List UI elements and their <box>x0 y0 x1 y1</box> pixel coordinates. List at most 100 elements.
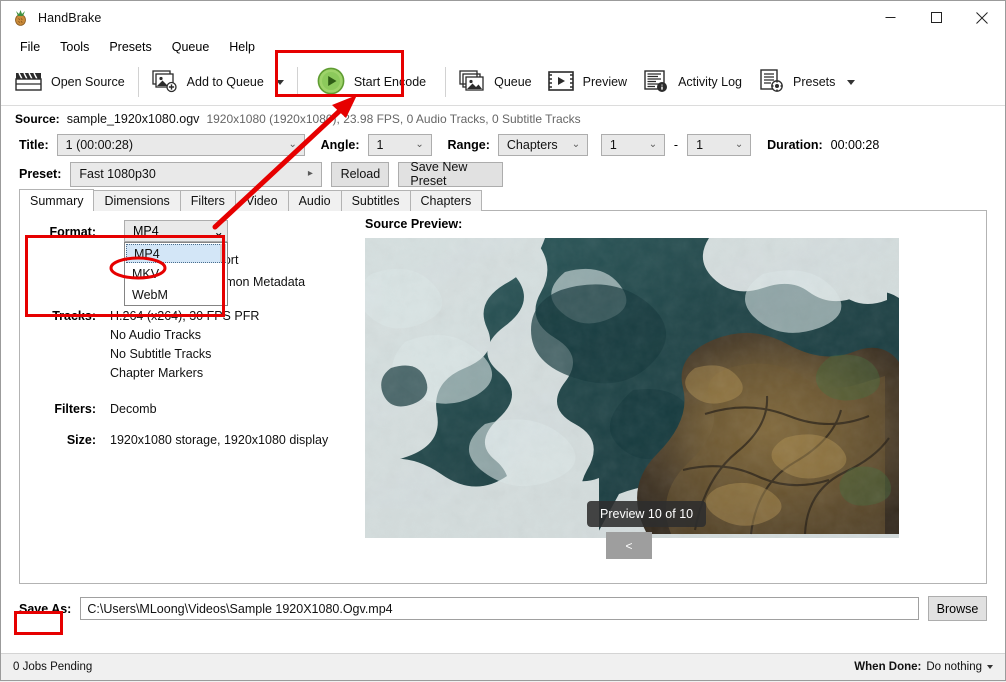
activity-log-button[interactable]: Activity Log <box>635 62 750 102</box>
handbrake-pineapple-icon <box>12 9 29 26</box>
range-type-value: Chapters <box>506 138 558 152</box>
menu-file[interactable]: File <box>11 37 49 57</box>
duration-label: Duration: <box>767 138 823 152</box>
tab-subtitles[interactable]: Subtitles <box>340 190 411 211</box>
tab-chapters[interactable]: Chapters <box>409 190 483 211</box>
open-source-button[interactable]: Open Source <box>7 62 133 102</box>
track-line: Chapter Markers <box>110 366 204 380</box>
angle-select[interactable]: 1 ⌄ <box>367 134 432 156</box>
tab-filters[interactable]: Filters <box>179 190 236 211</box>
add-to-queue-label: Add to Queue <box>186 75 264 89</box>
duration-value: 00:00:28 <box>830 138 880 152</box>
chevron-down-icon: ⌄ <box>734 139 744 150</box>
tracks-label: Tracks: <box>52 309 96 323</box>
preset-value: Fast 1080p30 <box>79 167 156 181</box>
format-option-mkv[interactable]: MKV <box>125 263 227 284</box>
maximize-button[interactable] <box>913 1 959 34</box>
source-preview-image[interactable]: Preview 10 of 10 <box>365 238 899 538</box>
range-end-select[interactable]: 1 ⌄ <box>687 134 752 156</box>
when-done-value: Do nothing <box>926 661 982 673</box>
menu-bar: File Tools Presets Queue Help <box>1 35 1005 59</box>
tab-video[interactable]: Video <box>234 190 289 211</box>
toolbar: Open Source Add to Queue Start Encode Qu… <box>1 59 1005 106</box>
presets-gear-icon <box>758 68 784 96</box>
tab-bar: Summary Dimensions Filters Video Audio S… <box>1 189 1005 211</box>
title-select[interactable]: 1 (00:00:28) ⌄ <box>56 134 305 156</box>
chevron-down-icon: ⌄ <box>648 139 658 150</box>
toolbar-separator-1 <box>137 67 139 97</box>
preview-column: Source Preview: Preview 10 of 10 < <box>365 217 899 559</box>
activity-log-icon <box>643 69 669 96</box>
source-meta: 1920x1080 (1920x1080), 23.98 FPS, 0 Audi… <box>206 111 581 126</box>
preset-row: Preset: Fast 1080p30 ▸ Reload Save New P… <box>1 159 1005 189</box>
window-title: HandBrake <box>38 10 102 25</box>
title-bar: HandBrake <box>1 1 1005 35</box>
chevron-down-icon[interactable] <box>275 79 284 85</box>
presets-toolbar-button[interactable]: Presets <box>750 62 863 102</box>
reload-button[interactable]: Reload <box>331 161 390 187</box>
format-label: Format: <box>49 225 96 239</box>
size-label: Size: <box>66 433 96 447</box>
range-type-select[interactable]: Chapters ⌄ <box>497 134 588 156</box>
format-select[interactable]: MP4 ⌄ MP4 MKV WebM <box>124 220 228 306</box>
save-as-input[interactable]: C:\Users\MLoong\Videos\Sample 1920X1080.… <box>80 597 919 620</box>
menu-help[interactable]: Help <box>220 37 264 57</box>
jobs-pending-text: 0 Jobs Pending <box>13 661 93 673</box>
title-angle-range-row: Title: 1 (00:00:28) ⌄ Angle: 1 ⌄ Range: … <box>1 131 1005 159</box>
tab-audio[interactable]: Audio <box>287 190 342 211</box>
format-option-mp4[interactable]: MP4 <box>126 244 226 263</box>
angle-label: Angle: <box>320 138 360 152</box>
track-line: No Audio Tracks <box>110 328 202 342</box>
size-value: 1920x1080 storage, 1920x1080 display <box>110 433 329 447</box>
status-bar: 0 Jobs Pending When Done: Do nothing <box>1 653 1005 680</box>
source-row: Source: sample_1920x1080.ogv 1920x1080 (… <box>1 106 1005 131</box>
dropdown-scrollbar[interactable] <box>220 244 226 262</box>
start-encode-button[interactable]: Start Encode <box>303 62 440 102</box>
preview-button[interactable]: Preview <box>540 62 635 102</box>
chevron-down-icon[interactable] <box>847 79 856 85</box>
browse-button[interactable]: Browse <box>928 596 987 621</box>
minimize-button[interactable] <box>867 1 913 34</box>
when-done-group[interactable]: When Done: Do nothing <box>854 661 993 673</box>
window-controls <box>867 1 1005 34</box>
play-icon <box>317 67 345 98</box>
angle-select-value: 1 <box>376 138 384 152</box>
track-line: No Subtitle Tracks <box>110 347 212 361</box>
format-select-box[interactable]: MP4 ⌄ <box>124 220 228 242</box>
preview-prev-button[interactable]: < <box>606 532 652 559</box>
title-select-value: 1 (00:00:28) <box>65 138 134 152</box>
preset-label: Preset: <box>19 167 62 181</box>
tab-dimensions[interactable]: Dimensions <box>93 190 181 211</box>
film-play-icon <box>547 70 574 95</box>
close-button[interactable] <box>959 1 1005 34</box>
menu-queue[interactable]: Queue <box>163 37 219 57</box>
range-separator: - <box>673 138 679 152</box>
range-start-select[interactable]: 1 ⌄ <box>600 134 665 156</box>
tab-summary[interactable]: Summary <box>19 189 95 211</box>
handbrake-window: HandBrake File Tools Presets Queue Help <box>0 0 1006 681</box>
chevron-right-icon: ▸ <box>307 168 313 179</box>
add-image-icon <box>152 69 178 96</box>
format-option-webm[interactable]: WebM <box>125 284 227 305</box>
preview-label: Preview <box>582 75 628 89</box>
presets-toolbar-label: Presets <box>793 75 836 89</box>
chevron-down-icon: ⌄ <box>415 139 424 150</box>
source-filename: sample_1920x1080.ogv <box>66 111 200 126</box>
queue-icon <box>459 69 485 96</box>
queue-button[interactable]: Queue <box>451 62 540 102</box>
add-to-queue-button[interactable]: Add to Queue <box>144 62 292 102</box>
range-end-value: 1 <box>696 138 704 152</box>
save-as-row: Save As: C:\Users\MLoong\Videos\Sample 1… <box>19 594 987 623</box>
menu-tools[interactable]: Tools <box>51 37 98 57</box>
save-new-preset-button[interactable]: Save New Preset <box>398 160 504 188</box>
tracks-values: H.264 (x264), 30 FPS PFR No Audio Tracks… <box>110 309 259 385</box>
menu-presets[interactable]: Presets <box>100 37 160 57</box>
toolbar-separator-3 <box>445 67 447 97</box>
filters-value: Decomb <box>110 402 157 416</box>
summary-panel: Format: iPod 5G Support Passthru Common … <box>19 211 987 584</box>
chevron-down-icon: ⌄ <box>213 224 224 239</box>
save-as-label: Save As: <box>19 601 72 616</box>
source-label: Source: <box>15 111 60 126</box>
preset-select[interactable]: Fast 1080p30 ▸ <box>70 161 323 187</box>
chevron-down-icon[interactable] <box>987 665 993 669</box>
